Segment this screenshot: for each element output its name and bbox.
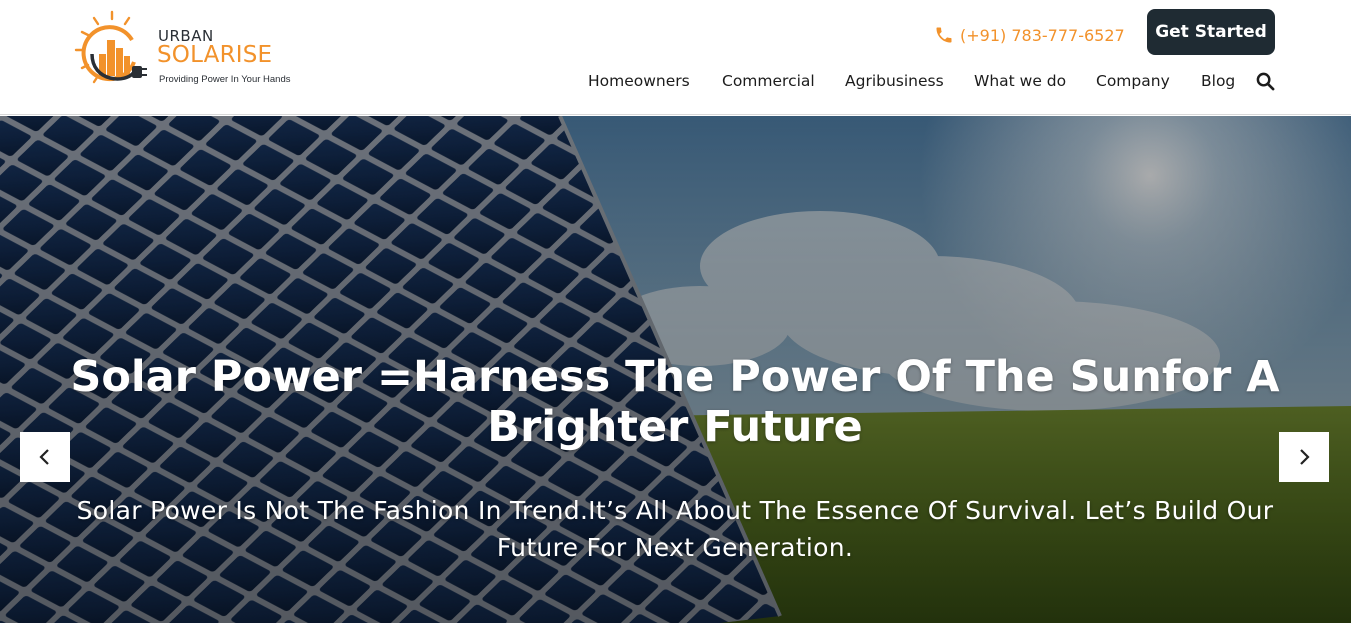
phone-number: (+91) 783-777-6527 (960, 25, 1125, 45)
get-started-button[interactable]: Get Started (1147, 9, 1275, 55)
phone-link[interactable]: (+91) 783-777-6527 (934, 23, 1125, 47)
nav-item-agribusiness[interactable]: Agribusiness (845, 72, 944, 90)
nav-item-company[interactable]: Company (1096, 72, 1170, 90)
nav-item-homeowners[interactable]: Homeowners (588, 72, 690, 90)
chevron-left-icon (39, 449, 49, 465)
brand-name-main: SOLARISE (157, 42, 273, 68)
nav-item-what-we-do[interactable]: What we do (974, 72, 1066, 90)
main-nav: Homeowners Commercial Agribusiness What … (0, 72, 1351, 96)
nav-item-blog[interactable]: Blog (1201, 72, 1235, 90)
slider-prev-button[interactable] (20, 432, 70, 482)
chevron-right-icon (1300, 449, 1310, 465)
search-icon[interactable] (1256, 72, 1275, 91)
phone-icon (936, 27, 952, 43)
nav-item-commercial[interactable]: Commercial (722, 72, 815, 90)
hero-slider: Solar Power =Harness The Power Of The Su… (0, 116, 1351, 623)
hero-title: Solar Power =Harness The Power Of The Su… (70, 352, 1280, 452)
site-header: URBAN SOLARISE Providing Power In Your H… (0, 0, 1351, 115)
slider-next-button[interactable] (1279, 432, 1329, 482)
hero-subtitle: Solar Power Is Not The Fashion In Trend.… (76, 496, 1274, 562)
